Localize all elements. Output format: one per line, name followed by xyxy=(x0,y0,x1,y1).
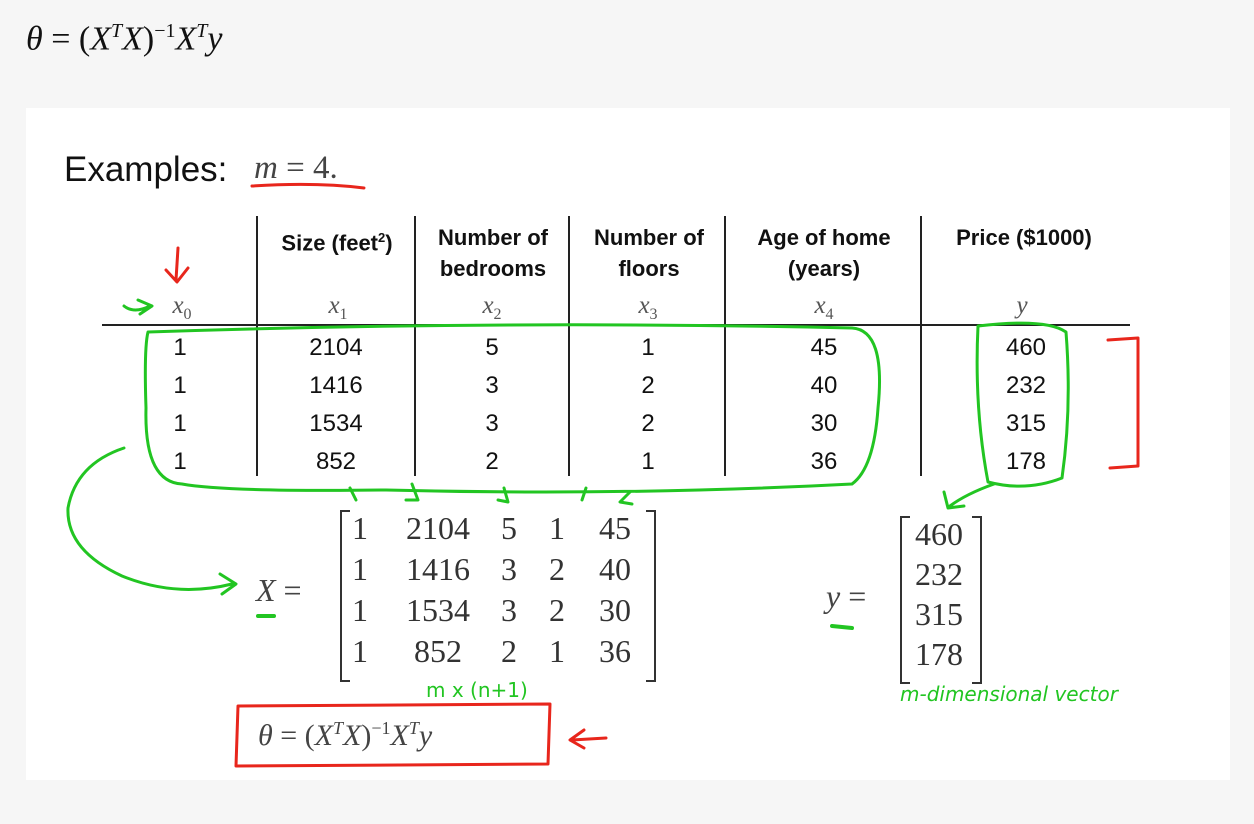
ink-annotations xyxy=(66,182,1140,768)
green-arrow-icon xyxy=(122,298,154,316)
green-small-arrows xyxy=(348,482,634,506)
green-prices-outline xyxy=(975,321,1070,488)
lecture-slide: Examples: m = 4. Size (feet2) Number of b… xyxy=(26,108,1230,780)
green-underline-y xyxy=(830,624,854,630)
green-arrow-to-y xyxy=(942,482,996,510)
red-bracket xyxy=(1106,336,1140,470)
green-curve-to-x xyxy=(66,446,238,596)
green-features-outline xyxy=(143,323,882,494)
normal-equation-title: θ = (XTX)−1XTy xyxy=(26,20,223,58)
red-underline xyxy=(250,182,366,190)
red-down-arrow-icon xyxy=(164,246,190,284)
red-formula-box xyxy=(234,702,552,768)
red-left-arrow-icon xyxy=(568,728,608,750)
